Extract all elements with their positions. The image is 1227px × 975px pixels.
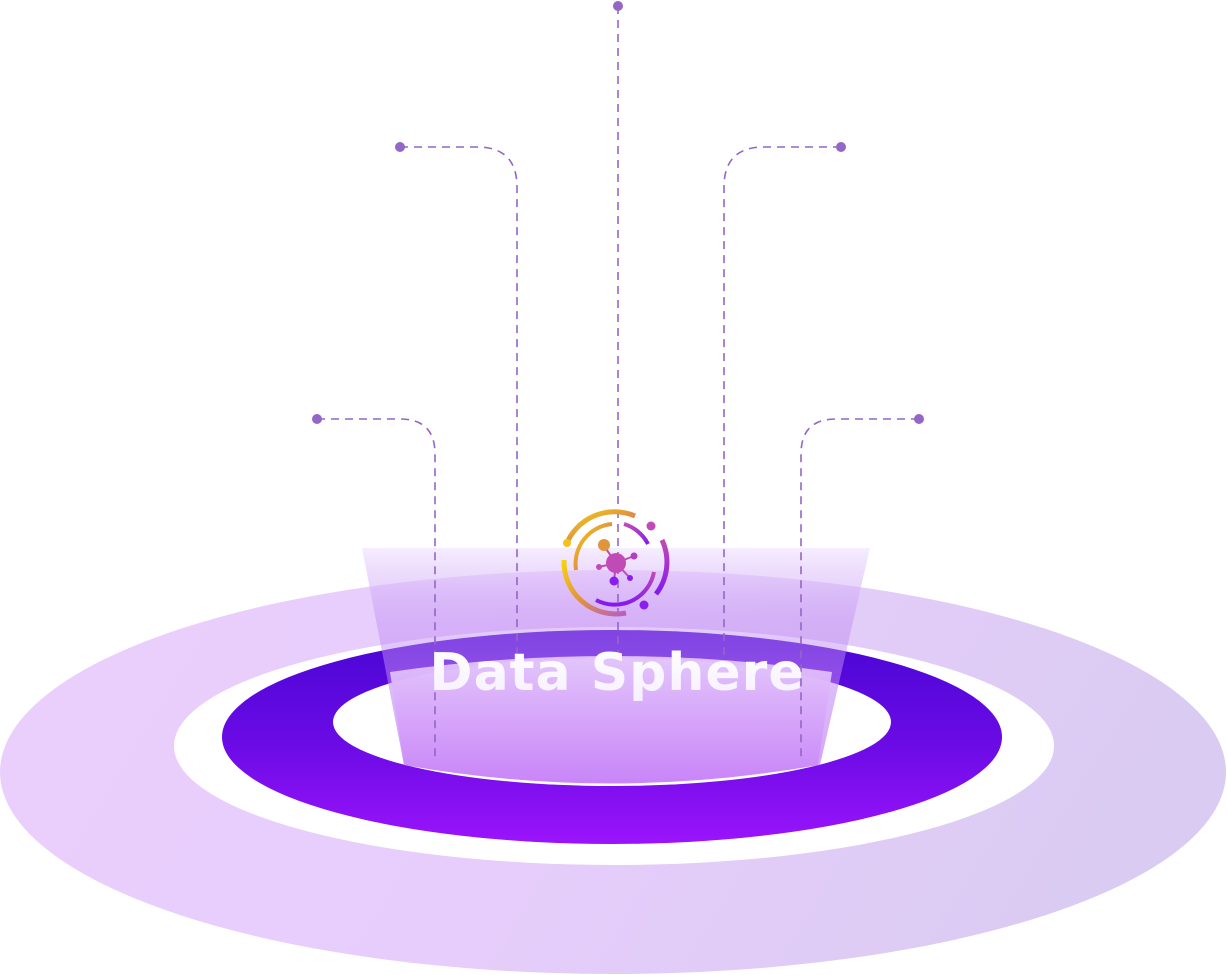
data-sphere-diagram: Data Sphere [0, 1, 1226, 974]
connector-node-left-lower[interactable] [312, 414, 322, 424]
connector-node-right-upper[interactable] [836, 142, 846, 152]
connector-node-right-lower[interactable] [914, 414, 924, 424]
page-title: Data Sphere [429, 643, 804, 703]
connector-node-left-upper[interactable] [395, 142, 405, 152]
connector-node-center[interactable] [613, 1, 623, 11]
